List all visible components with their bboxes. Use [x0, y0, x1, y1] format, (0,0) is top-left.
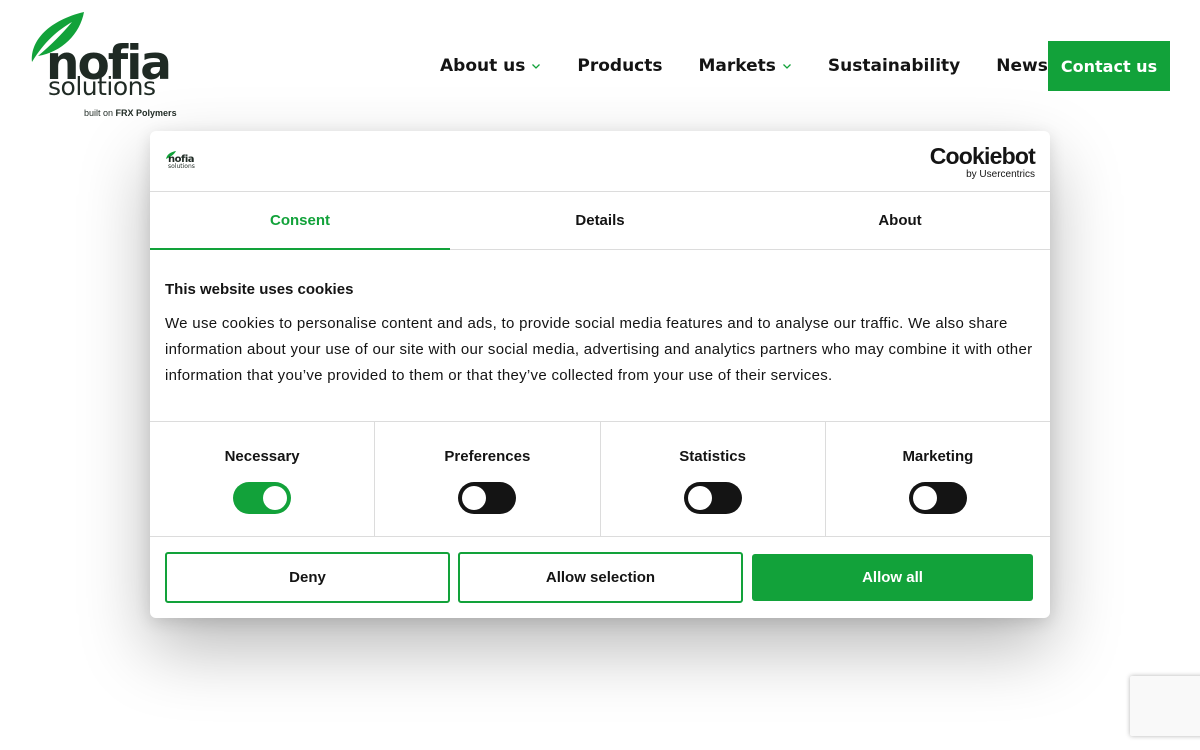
nav-label: Sustainability: [827, 56, 961, 76]
category-label: Preferences: [444, 448, 531, 465]
dialog-title: This website uses cookies: [165, 281, 354, 298]
nav-item-about-us[interactable]: About us: [440, 56, 541, 76]
nav-label: Markets: [698, 56, 776, 76]
logo-tag-prefix: built on: [84, 108, 114, 118]
contact-us-button[interactable]: Contact us: [1048, 41, 1170, 91]
dialog-description: We use cookies to personalise content an…: [165, 315, 1033, 384]
mini-logo-sub: solutions: [168, 163, 195, 170]
necessary-toggle[interactable]: [233, 482, 292, 514]
dialog-header: nofia solutions Cookiebot by Usercentric…: [150, 131, 1050, 192]
tab-about[interactable]: About: [750, 192, 1050, 249]
category-label: Marketing: [902, 448, 974, 465]
dialog-body: This website uses cookies We use cookies…: [165, 281, 1035, 389]
tab-details[interactable]: Details: [450, 192, 750, 249]
category-label: Statistics: [679, 448, 746, 465]
nofia-logo[interactable]: nofia solutions built on FRX Polymers: [28, 12, 178, 120]
nav-label: News: [996, 56, 1048, 76]
toggle-knob: [263, 486, 288, 510]
consent-categories: Necessary Preferences Statistics Marketi…: [150, 421, 1050, 537]
category-marketing: Marketing: [826, 422, 1050, 536]
toggle-knob: [912, 486, 937, 510]
chevron-down-icon: [782, 64, 791, 69]
toggle-knob: [687, 486, 712, 510]
category-necessary: Necessary: [150, 422, 376, 536]
nav-item-news[interactable]: News: [996, 56, 1048, 76]
logo-tagline: built on FRX Polymers: [84, 108, 177, 118]
nav-item-markets[interactable]: Markets: [699, 56, 792, 76]
nav-item-products[interactable]: Products: [577, 56, 662, 76]
dialog-tabs: Consent Details About: [150, 192, 1050, 250]
marketing-toggle[interactable]: [908, 482, 967, 514]
logo-subtitle: solutions: [48, 72, 156, 101]
cookiebot-logo[interactable]: Cookiebot by Usercentrics: [929, 143, 1036, 181]
chevron-down-icon: [532, 64, 541, 69]
category-preferences: Preferences: [375, 422, 601, 536]
tab-consent[interactable]: Consent: [150, 192, 450, 250]
nav-label: About us: [440, 56, 526, 76]
main-nav: About us Products Markets Sustainability…: [440, 54, 1048, 78]
statistics-toggle[interactable]: [683, 482, 742, 514]
category-statistics: Statistics: [601, 422, 826, 536]
preferences-toggle[interactable]: [458, 482, 517, 514]
cookiebot-by: by Usercentrics: [966, 169, 1035, 180]
cookiebot-name: Cookiebot: [929, 143, 1036, 169]
dialog-site-logo: nofia solutions: [166, 151, 196, 173]
recaptcha-badge[interactable]: [1130, 676, 1200, 736]
nav-label: Products: [577, 56, 663, 76]
category-label: Necessary: [224, 448, 300, 465]
allow-all-button[interactable]: Allow all: [752, 554, 1033, 601]
site-header: nofia solutions built on FRX Polymers Ab…: [0, 0, 1200, 130]
deny-button[interactable]: Deny: [165, 552, 450, 603]
nav-item-sustainability[interactable]: Sustainability: [828, 56, 960, 76]
toggle-knob: [462, 486, 487, 510]
logo-tag-brand: FRX Polymers: [115, 108, 177, 118]
allow-selection-button[interactable]: Allow selection: [458, 552, 743, 603]
cookie-consent-dialog: nofia solutions Cookiebot by Usercentric…: [150, 131, 1050, 618]
